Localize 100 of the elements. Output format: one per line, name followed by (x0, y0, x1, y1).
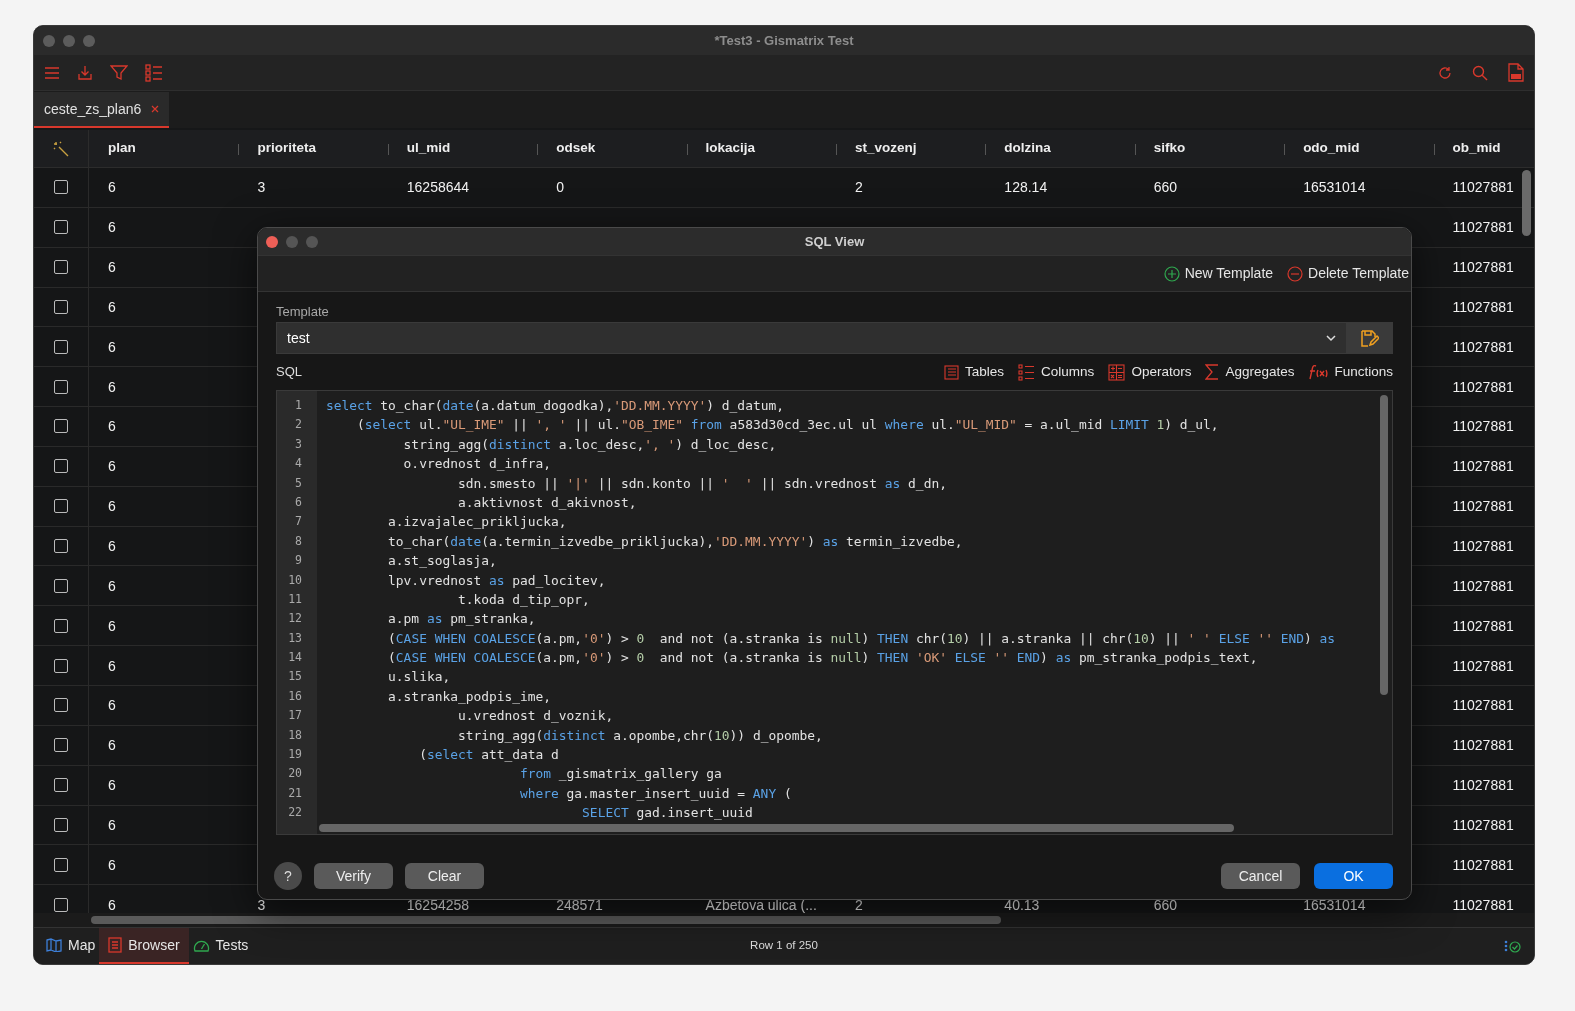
scrollbar-thumb[interactable] (1522, 170, 1531, 236)
delete-template-button[interactable]: Delete Template (1287, 263, 1409, 284)
status-tab[interactable]: Tests (188, 928, 253, 964)
table-cell: 6 (108, 617, 116, 634)
table-cell: 11027881 (1452, 458, 1514, 475)
table-cell: 3 (257, 179, 266, 196)
column-header[interactable]: ul_mid (406, 138, 451, 159)
code-line: lpv.vrednost as pad_locitev, (387, 571, 606, 590)
template-dropdown[interactable]: test (276, 322, 1347, 354)
line-number: 14 (287, 649, 303, 667)
row-checkbox[interactable] (54, 738, 68, 753)
row-checkbox[interactable] (54, 817, 68, 832)
code-line: t.koda d_tip_opr, (456, 590, 590, 609)
table-cell: 11027881 (1452, 219, 1514, 236)
row-checkbox[interactable] (54, 897, 68, 912)
menu-icon[interactable] (44, 66, 60, 79)
column-header[interactable]: dolzina (1004, 138, 1051, 159)
line-number: 11 (287, 590, 303, 608)
row-checkbox[interactable] (54, 658, 68, 673)
dialog-button[interactable]: Verify (314, 863, 393, 889)
row-checkbox[interactable] (54, 618, 68, 633)
row-checkbox[interactable] (54, 419, 68, 434)
status-tab[interactable]: Map (42, 928, 100, 964)
table-cell: 16531014 (1303, 896, 1366, 913)
table-tab[interactable]: ceste_zs_plan6 (34, 92, 170, 128)
template-label: Template (276, 304, 330, 320)
table-cell: 6 (108, 697, 116, 714)
row-checkbox[interactable] (54, 339, 68, 354)
column-header[interactable]: sifko (1153, 138, 1186, 159)
download-tray-icon[interactable] (77, 64, 93, 81)
insert-aggregates-button[interactable]: Aggregates (1205, 361, 1295, 383)
insert-columns-button[interactable]: Columns (1018, 361, 1095, 383)
scrollbar-thumb[interactable] (1380, 395, 1388, 695)
table-cell: 11027881 (1452, 816, 1514, 833)
plus-circle-icon (1163, 265, 1180, 282)
pdf-file-icon[interactable] (1508, 63, 1524, 82)
column-header[interactable]: st_vozenj (854, 138, 917, 159)
code-line: from _gismatrix_gallery ga (519, 765, 722, 784)
line-number: 6 (294, 493, 303, 511)
line-number: 7 (294, 513, 303, 531)
table-cell: 11027881 (1452, 179, 1514, 196)
row-checkbox[interactable] (54, 459, 68, 474)
table-cell: 40.13 (1004, 896, 1040, 913)
line-number: 9 (294, 552, 303, 570)
table-cell: 16258644 (406, 179, 470, 196)
row-checkbox[interactable] (54, 260, 68, 275)
row-checkbox[interactable] (54, 857, 68, 872)
scrollbar-thumb[interactable] (319, 824, 1234, 832)
table-cell: 11027881 (1452, 378, 1514, 395)
table-cell: 16531014 (1303, 179, 1366, 196)
table-cell: 2 (854, 896, 863, 913)
row-checkbox[interactable] (54, 220, 68, 235)
table-cell: 6 (108, 657, 116, 674)
insert-tables-button[interactable]: Tables (944, 361, 1005, 383)
table-cell: 6 (108, 538, 116, 554)
dialog-title: SQL View (804, 232, 865, 251)
table-cell: 248571 (556, 896, 603, 913)
code-line: u.slika, (387, 668, 451, 687)
column-header[interactable]: odsek (556, 138, 596, 159)
row-checkbox[interactable] (54, 539, 68, 553)
close-icon[interactable] (151, 105, 160, 113)
refresh-icon[interactable] (1438, 65, 1452, 80)
row-checkbox[interactable] (54, 578, 68, 593)
row-checkbox[interactable] (54, 180, 68, 195)
line-number: 19 (287, 746, 303, 764)
save-template-button[interactable] (1347, 322, 1393, 354)
column-header[interactable]: plan (108, 138, 136, 159)
row-checkbox[interactable] (54, 299, 68, 314)
column-header[interactable]: ob_mid (1452, 138, 1501, 159)
checklist-icon[interactable] (145, 63, 163, 82)
ok-button[interactable]: OK (1314, 863, 1393, 889)
row-checkbox[interactable] (54, 499, 68, 514)
help-button[interactable]: ? (274, 862, 302, 890)
row-checkbox[interactable] (54, 379, 68, 394)
dialog-button[interactable]: Clear (405, 863, 484, 889)
status-tab[interactable]: Browser (99, 928, 189, 964)
column-header[interactable]: lokacija (705, 138, 756, 159)
scrollbar-thumb[interactable] (91, 916, 1001, 924)
column-header[interactable]: prioriteta (257, 138, 316, 159)
code-line: (CASE WHEN COALESCE(a.pm,'0') > 0 and not (a.stranka is null) THEN 'OK' ELSE '' END) as pm_stranka_podpis_text, (387, 649, 1258, 668)
list-icon (108, 937, 123, 953)
filter-icon[interactable] (110, 64, 128, 81)
insert-functions-button[interactable]: Functions (1308, 361, 1393, 383)
row-checkbox[interactable] (54, 698, 68, 713)
search-icon[interactable] (1472, 64, 1488, 81)
dialog-button[interactable]: Cancel (1221, 863, 1300, 889)
new-template-button[interactable]: New Template (1163, 263, 1274, 284)
column-header[interactable]: odo_mid (1303, 138, 1360, 159)
table-cell: 11027881 (1452, 657, 1514, 674)
insert-operators-button[interactable]: Operators (1108, 361, 1192, 383)
line-number: 13 (287, 629, 303, 647)
table-cell: 6 (108, 298, 116, 315)
magic-wand-icon[interactable] (53, 140, 69, 157)
close-window-button[interactable] (266, 235, 278, 248)
line-number: 4 (294, 455, 303, 473)
table-cell: 6 (108, 418, 116, 435)
line-number: 10 (287, 571, 303, 589)
status-check-icon[interactable] (1504, 939, 1522, 953)
code-line: (select ul."UL_IME" || ', ' || ul."OB_IME" from a583d30cd_3ec.ul ul where ul."UL_MID" = a.ul_mid LIMIT 1) d_ul, (356, 416, 1219, 435)
row-checkbox[interactable] (54, 778, 68, 793)
